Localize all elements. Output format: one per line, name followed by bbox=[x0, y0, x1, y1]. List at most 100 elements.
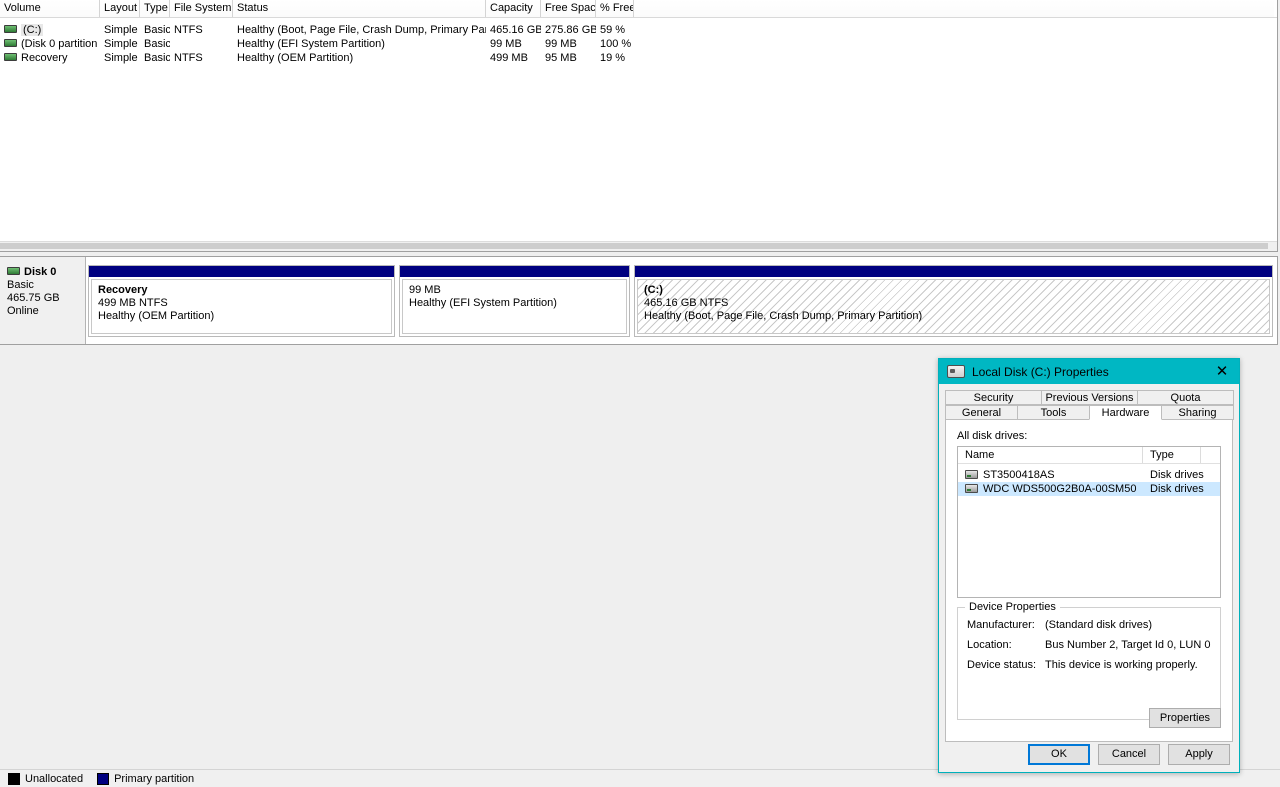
dialog-button-bar: OK Cancel Apply bbox=[939, 736, 1239, 772]
list-item[interactable]: WDC WDS500G2B0A-00SM50 Disk drives bbox=[958, 482, 1220, 496]
cell-volume: (C:) bbox=[0, 23, 100, 37]
cell-type: Basic bbox=[144, 24, 170, 36]
device-properties-title: Device Properties bbox=[965, 601, 1060, 613]
partition-health: Healthy (OEM Partition) bbox=[98, 310, 215, 322]
cell-type: Basic bbox=[144, 52, 170, 64]
cell-status: Healthy (Boot, Page File, Crash Dump, Pr… bbox=[237, 24, 486, 36]
drive-type-cell: Disk drives bbox=[1150, 483, 1204, 495]
volume-list-header: Volume Layout Type File System Status Ca… bbox=[0, 0, 1277, 18]
partition-strip: Recovery 499 MB NTFS Healthy (OEM Partit… bbox=[86, 257, 1277, 344]
partition-body: 99 MB Healthy (EFI System Partition) bbox=[402, 279, 627, 334]
tab-previous-versions[interactable]: Previous Versions bbox=[1041, 390, 1138, 405]
table-row[interactable]: (C:) Simple Basic NTFS Healthy (Boot, Pa… bbox=[0, 23, 1277, 37]
partition-color-bar bbox=[635, 266, 1272, 277]
column-header-layout[interactable]: Layout bbox=[100, 0, 140, 17]
disk-status: Online bbox=[7, 305, 39, 317]
cell-volume: (Disk 0 partition 2) bbox=[0, 37, 100, 51]
partition-color-bar bbox=[89, 266, 394, 277]
cell-layout: Simple bbox=[104, 38, 138, 50]
partition-color-bar bbox=[400, 266, 629, 277]
disk-icon bbox=[965, 469, 978, 479]
disk-info-panel[interactable]: Disk 0 Basic 465.75 GB Online bbox=[0, 257, 86, 344]
device-status-label: Device status: bbox=[967, 659, 1037, 671]
manufacturer-value: (Standard disk drives) bbox=[1045, 619, 1152, 631]
disk-drives-list-header: Name Type bbox=[958, 447, 1220, 464]
disk-drive-icon bbox=[947, 365, 965, 378]
column-header-file-system[interactable]: File System bbox=[170, 0, 233, 17]
cell-file-system: NTFS bbox=[174, 52, 203, 64]
drive-icon bbox=[4, 53, 17, 62]
cell-file-system: NTFS bbox=[174, 24, 203, 36]
apply-button[interactable]: Apply bbox=[1168, 743, 1230, 765]
scrollbar-thumb[interactable] bbox=[0, 243, 1268, 249]
drive-name-cell: ST3500418AS bbox=[958, 468, 1143, 482]
list-item[interactable]: ST3500418AS Disk drives bbox=[958, 468, 1220, 482]
column-header-status[interactable]: Status bbox=[233, 0, 486, 17]
volume-list-horizontal-scrollbar[interactable] bbox=[0, 241, 1277, 251]
legend-swatch-primary-partition bbox=[97, 772, 110, 785]
disk-icon bbox=[965, 483, 978, 493]
legend-label-unallocated: Unallocated bbox=[25, 772, 84, 785]
partition-size: 465.16 GB NTFS bbox=[644, 297, 729, 309]
disk-type: Basic bbox=[7, 279, 34, 291]
disk-title: Disk 0 bbox=[7, 266, 85, 279]
partition-block-efi[interactable]: 99 MB Healthy (EFI System Partition) bbox=[399, 265, 630, 337]
dialog-title: Local Disk (C:) Properties bbox=[972, 364, 1109, 379]
tab-tools[interactable]: Tools bbox=[1017, 405, 1090, 420]
close-icon[interactable]: ✕ bbox=[1205, 359, 1239, 384]
partition-label: Recovery bbox=[98, 284, 148, 296]
column-header-free-space[interactable]: Free Space bbox=[541, 0, 596, 17]
table-row[interactable]: (Disk 0 partition 2) Simple Basic Health… bbox=[0, 37, 1277, 51]
cell-layout: Simple bbox=[104, 52, 138, 64]
volume-list-body: (C:) Simple Basic NTFS Healthy (Boot, Pa… bbox=[0, 18, 1277, 65]
column-header-capacity[interactable]: Capacity bbox=[486, 0, 541, 17]
drive-name-cell: WDC WDS500G2B0A-00SM50 bbox=[958, 482, 1143, 496]
properties-button[interactable]: Properties bbox=[1149, 708, 1221, 728]
tab-quota[interactable]: Quota bbox=[1137, 390, 1234, 405]
ok-button[interactable]: OK bbox=[1028, 743, 1090, 765]
tab-sharing[interactable]: Sharing bbox=[1161, 405, 1234, 420]
partition-label: (C:) bbox=[644, 284, 663, 296]
tab-general[interactable]: General bbox=[945, 405, 1018, 420]
cell-status: Healthy (OEM Partition) bbox=[237, 52, 354, 64]
manufacturer-label: Manufacturer: bbox=[967, 619, 1035, 631]
cancel-button[interactable]: Cancel bbox=[1098, 743, 1160, 765]
volume-list-pane: Volume Layout Type File System Status Ca… bbox=[0, 0, 1278, 252]
cell-free-space: 275.86 GB bbox=[545, 24, 596, 36]
cell-free-space: 95 MB bbox=[545, 52, 577, 64]
cell-capacity: 499 MB bbox=[490, 52, 528, 64]
drive-icon bbox=[4, 25, 17, 34]
drive-column-header-spacer bbox=[1201, 447, 1218, 463]
location-label: Location: bbox=[967, 639, 1012, 651]
partition-block-c[interactable]: (C:) 465.16 GB NTFS Healthy (Boot, Page … bbox=[634, 265, 1273, 337]
device-properties-group: Device Properties Manufacturer: (Standar… bbox=[957, 601, 1221, 720]
column-header-percent-free[interactable]: % Free bbox=[596, 0, 634, 17]
cell-percent-free: 59 % bbox=[600, 24, 626, 36]
cell-status: Healthy (EFI System Partition) bbox=[237, 38, 385, 50]
disk-graphical-pane: Disk 0 Basic 465.75 GB Online Recovery 4… bbox=[0, 256, 1278, 345]
partition-size: 499 MB NTFS bbox=[98, 297, 168, 309]
tab-security[interactable]: Security bbox=[945, 390, 1042, 405]
partition-block-recovery[interactable]: Recovery 499 MB NTFS Healthy (OEM Partit… bbox=[88, 265, 395, 337]
cell-type: Basic bbox=[144, 38, 170, 50]
column-header-type[interactable]: Type bbox=[140, 0, 170, 17]
column-header-volume[interactable]: Volume bbox=[0, 0, 100, 17]
dialog-title-bar[interactable]: Local Disk (C:) Properties ✕ bbox=[939, 359, 1239, 384]
manufacturer-row: Manufacturer: (Standard disk drives) bbox=[967, 619, 1211, 631]
dialog-tab-strip: Security Previous Versions Quota General… bbox=[939, 384, 1239, 420]
disk-name: Disk 0 bbox=[24, 266, 57, 278]
cell-layout: Simple bbox=[104, 24, 138, 36]
hardware-tab-panel: All disk drives: Name Type ST3500418AS D… bbox=[945, 420, 1233, 742]
partition-body: (C:) 465.16 GB NTFS Healthy (Boot, Page … bbox=[637, 279, 1270, 334]
tab-row-bottom: General Tools Hardware Sharing bbox=[945, 405, 1234, 420]
cell-volume-label: Recovery bbox=[21, 52, 68, 64]
all-disk-drives-label: All disk drives: bbox=[957, 430, 1028, 442]
drive-column-header-name[interactable]: Name bbox=[958, 447, 1143, 463]
table-row[interactable]: Recovery Simple Basic NTFS Healthy (OEM … bbox=[0, 51, 1277, 65]
partition-health: Healthy (Boot, Page File, Crash Dump, Pr… bbox=[644, 310, 923, 322]
drive-column-header-type[interactable]: Type bbox=[1143, 447, 1201, 463]
drive-name-label: WDC WDS500G2B0A-00SM50 bbox=[983, 483, 1137, 495]
disk-drives-listbox[interactable]: Name Type ST3500418AS Disk drives WDC WD… bbox=[957, 446, 1221, 598]
tab-hardware[interactable]: Hardware bbox=[1089, 405, 1162, 420]
partition-size: 99 MB bbox=[409, 284, 441, 296]
